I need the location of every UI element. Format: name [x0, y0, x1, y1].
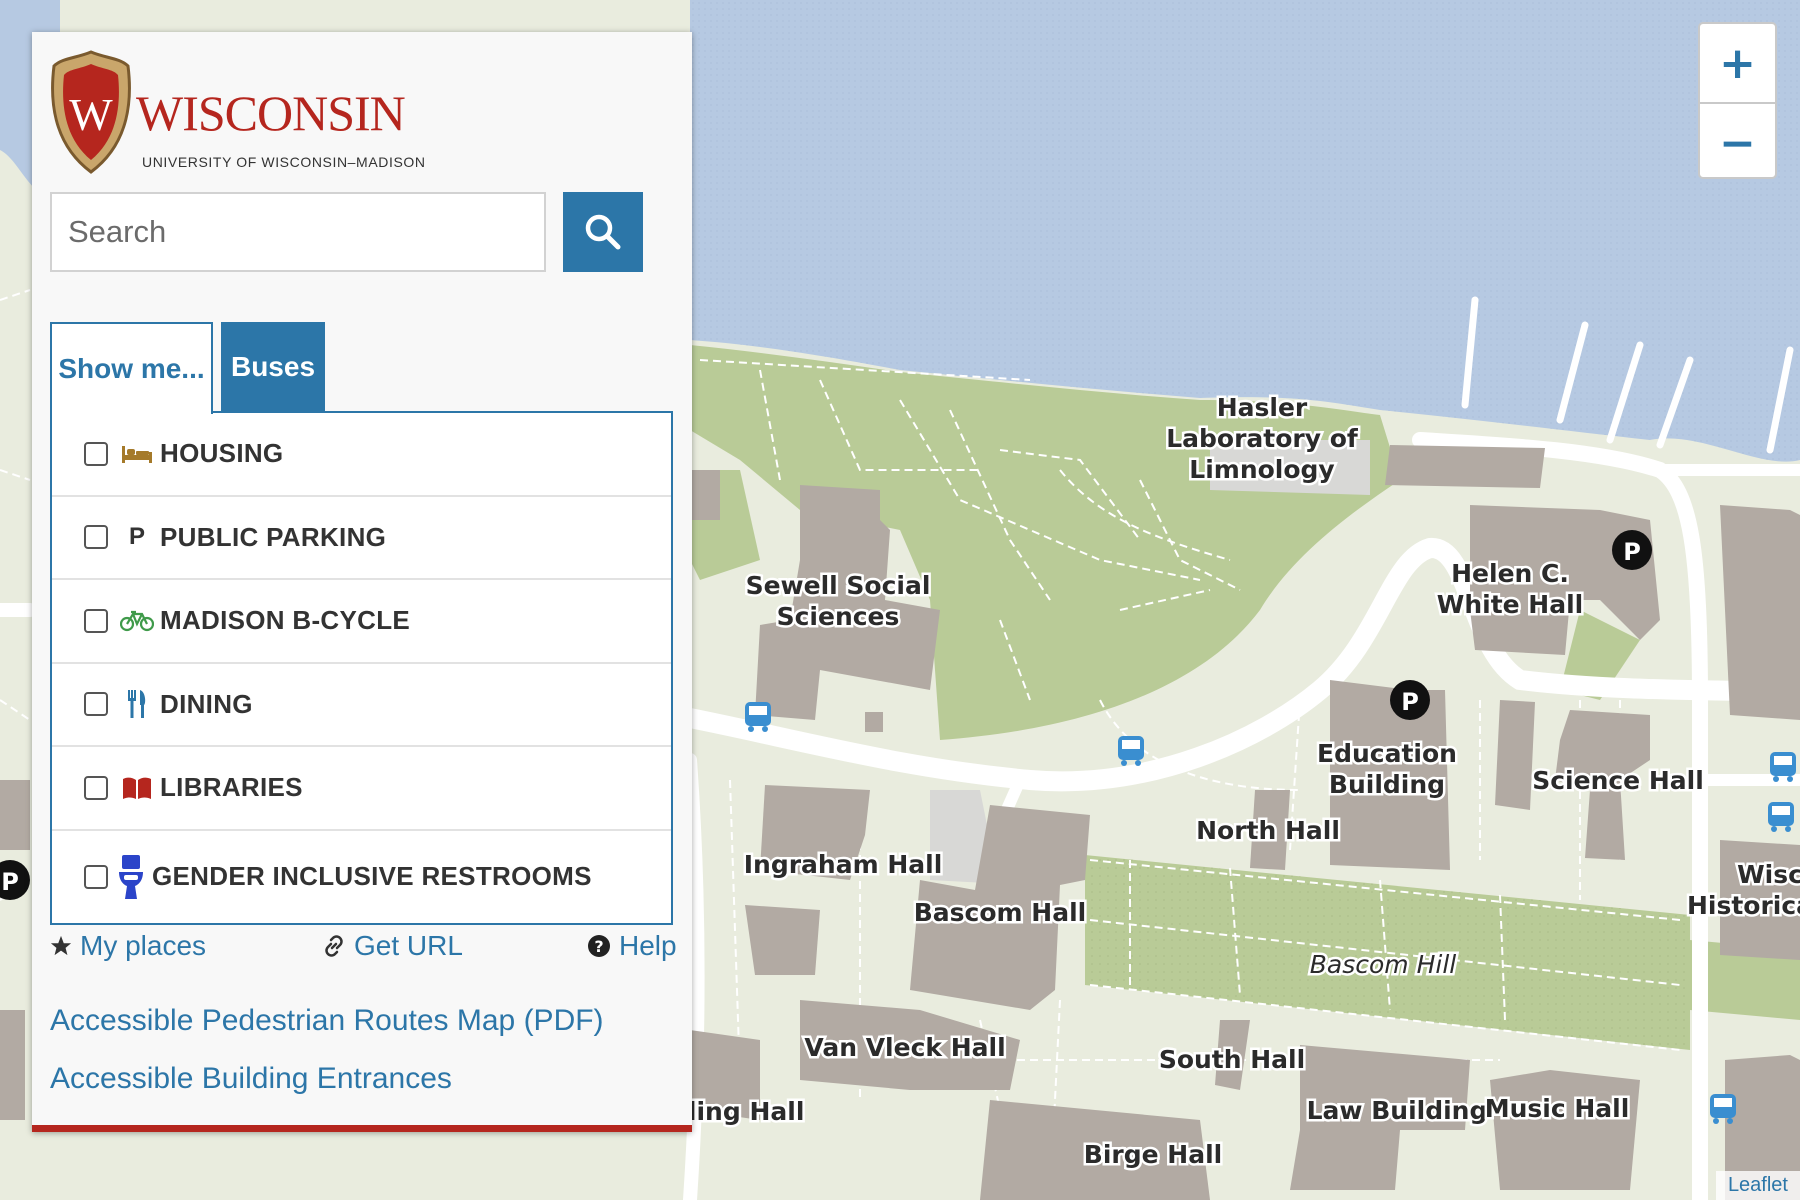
map-label: Law Building [1307, 1096, 1488, 1125]
help-label: Help [619, 930, 677, 961]
libraries-checkbox[interactable] [84, 775, 108, 800]
svg-text:P: P [1, 868, 19, 896]
layer-label: HOUSING [160, 438, 284, 469]
layer-libraries[interactable]: LIBRARIES [52, 747, 671, 831]
search-button[interactable] [563, 192, 643, 272]
layer-housing[interactable]: HOUSING [52, 413, 671, 497]
accessible-entrances-link[interactable]: Accessible Building Entrances [50, 1062, 452, 1096]
layer-label: PUBLIC PARKING [160, 521, 387, 552]
utensils-icon [114, 690, 160, 719]
map-label: Education [1317, 739, 1457, 768]
dining-checkbox[interactable] [84, 692, 108, 717]
bcycle-checkbox[interactable] [84, 608, 108, 633]
my-places-link[interactable]: My places [50, 930, 206, 962]
zoom-control: + − [1698, 22, 1777, 179]
map-label: rling Hall [676, 1097, 805, 1126]
book-icon [114, 776, 160, 800]
question-circle-icon: ? [588, 935, 610, 957]
layer-gender-inclusive-restrooms[interactable]: GENDER INCLUSIVE RESTROOMS [52, 831, 671, 923]
layer-label: DINING [160, 688, 253, 719]
map-label: Sewell Social [746, 571, 931, 600]
map-label: Van Vleck Hall [804, 1033, 1005, 1062]
map-label: Historica [1687, 891, 1800, 920]
search-icon [585, 214, 621, 250]
map-label: White Hall [1437, 590, 1583, 619]
layer-list: HOUSING P PUBLIC PARKING MADISON B-CYCLE… [50, 411, 673, 925]
get-url-label: Get URL [354, 930, 463, 961]
bed-icon [114, 443, 160, 465]
map-label: Building [1329, 770, 1445, 799]
layer-label: GENDER INCLUSIVE RESTROOMS [152, 861, 592, 891]
my-places-label: My places [80, 930, 207, 961]
leaflet-attribution-link[interactable]: Leaflet [1715, 1171, 1800, 1200]
layer-madison-bcycle[interactable]: MADISON B-CYCLE [52, 580, 671, 664]
housing-checkbox[interactable] [84, 441, 108, 466]
map-label: Wisc [1737, 860, 1800, 889]
restrooms-checkbox[interactable] [84, 864, 108, 889]
map-label: North Hall [1196, 816, 1340, 845]
map-label: South Hall [1159, 1045, 1305, 1074]
search-bar [50, 192, 643, 272]
zoom-out-button[interactable]: − [1700, 102, 1775, 177]
side-panel: W WISCONSIN UNIVERSITY OF WISCONSIN–MADI… [32, 32, 692, 1132]
layer-label: LIBRARIES [160, 772, 303, 803]
tab-show-me[interactable]: Show me... [50, 322, 213, 414]
get-url-link[interactable]: Get URL [322, 930, 463, 962]
svg-text:?: ? [594, 937, 603, 956]
map-label: Birge Hall [1084, 1140, 1222, 1169]
public-parking-checkbox[interactable] [84, 525, 108, 550]
map-label: Music Hall [1485, 1094, 1630, 1123]
logo-wordmark: WISCONSIN [136, 85, 406, 141]
map-label: Sciences [777, 602, 900, 631]
accessible-routes-link[interactable]: Accessible Pedestrian Routes Map (PDF) [50, 1004, 604, 1038]
parking-icon: P [128, 523, 145, 551]
link-icon [325, 935, 343, 957]
tab-buses[interactable]: Buses [221, 322, 325, 412]
help-link[interactable]: ? Help [587, 930, 677, 962]
layer-dining[interactable]: DINING [52, 664, 671, 747]
map-label: Limnology [1189, 455, 1334, 484]
crest-letter: W [69, 89, 113, 140]
panel-tabs: Show me... Buses [50, 322, 710, 414]
map-label: Laboratory of [1166, 424, 1359, 453]
map-label: Bascom Hall [914, 898, 1087, 927]
layer-label: MADISON B-CYCLE [160, 605, 411, 636]
crest-icon: W [51, 50, 131, 174]
map-label: Ingraham Hall [744, 850, 943, 879]
search-input[interactable] [50, 192, 546, 272]
logo-subtitle: UNIVERSITY OF WISCONSIN–MADISON [142, 154, 426, 170]
map-label: Hasler [1217, 393, 1308, 422]
uw-madison-logo[interactable]: W WISCONSIN UNIVERSITY OF WISCONSIN–MADI… [50, 48, 430, 178]
svg-text:P: P [1623, 538, 1641, 566]
bicycle-icon [114, 610, 160, 632]
zoom-in-button[interactable]: + [1700, 24, 1775, 102]
map-label: Bascom Hill [1310, 950, 1457, 979]
map-label: Science Hall [1532, 766, 1704, 795]
svg-text:P: P [1401, 688, 1419, 716]
panel-links: My places Get URL ? Help [50, 930, 677, 980]
layer-public-parking[interactable]: P PUBLIC PARKING [52, 497, 671, 580]
toilet-icon [114, 854, 148, 899]
map-label: Helen C. [1451, 559, 1569, 588]
star-icon [50, 935, 72, 956]
